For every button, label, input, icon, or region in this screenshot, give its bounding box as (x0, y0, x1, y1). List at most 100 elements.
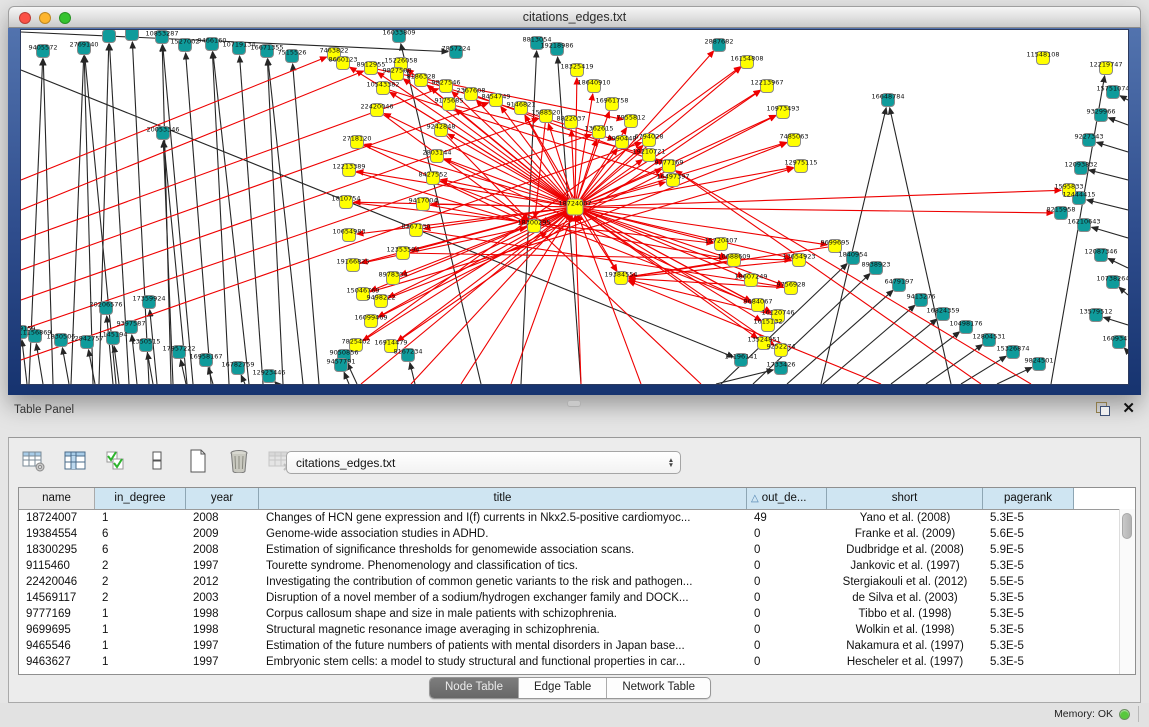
table-row[interactable]: 946362711997Embryonic stem cells: a mode… (19, 654, 1135, 670)
table-cell[interactable]: Jankovic et al. (1997) (827, 558, 983, 574)
table-cell[interactable]: Yano et al. (2008) (827, 510, 983, 526)
table-cell[interactable]: 0 (747, 654, 827, 670)
citation-edge[interactable] (628, 281, 881, 384)
table-cell[interactable]: 5.3E-5 (983, 654, 1074, 670)
table-cell[interactable]: 5.3E-5 (983, 638, 1074, 654)
table-row[interactable]: 1830029562008Estimation of significance … (19, 542, 1135, 558)
table-cell[interactable]: Structural magnetic resonance image aver… (259, 622, 747, 638)
citation-edge[interactable] (293, 64, 319, 384)
network-node[interactable] (126, 30, 139, 41)
citation-edge[interactable] (890, 108, 951, 384)
table-cell[interactable]: 0 (747, 526, 827, 542)
table-cell[interactable]: Nakamura et al. (1997) (827, 638, 983, 654)
table-row[interactable]: 1938455462009Genome-wide association stu… (19, 526, 1135, 542)
table-cell[interactable]: 1 (95, 638, 186, 654)
citation-edge[interactable] (437, 156, 771, 313)
table-cell[interactable]: 5.3E-5 (983, 590, 1074, 606)
table-cell[interactable]: 9777169 (19, 606, 95, 622)
table-cell[interactable]: Embryonic stem cells: a model to study s… (259, 654, 747, 670)
table-cell[interactable]: 5.3E-5 (983, 510, 1074, 526)
table-cell[interactable]: 1997 (186, 558, 259, 574)
citation-edge[interactable] (857, 319, 937, 384)
table-cell[interactable]: 5.3E-5 (983, 622, 1074, 638)
column-header-short[interactable]: short (827, 488, 983, 509)
citation-edge[interactable] (21, 71, 364, 210)
table-cell[interactable]: Corpus callosum shape and size in male p… (259, 606, 747, 622)
table-cell[interactable]: 2 (95, 574, 186, 590)
table-cell[interactable]: de Silva et al. (2003) (827, 590, 983, 606)
table-row[interactable]: 2242004622012Investigating the contribut… (19, 574, 1135, 590)
citation-edge[interactable] (344, 372, 349, 384)
citation-edge[interactable] (21, 57, 327, 180)
window-titlebar[interactable]: citations_edges.txt (8, 6, 1141, 28)
table-row[interactable]: 977716911998Corpus callosum shape and si… (19, 606, 1135, 622)
table-cell[interactable]: 0 (747, 622, 827, 638)
citation-edge[interactable] (575, 207, 758, 338)
node-table[interactable]: namein_degreeyeartitle△out_de...shortpag… (18, 487, 1136, 675)
table-cell[interactable]: Changes of HCN gene expression and I(f) … (259, 510, 747, 526)
citation-edge[interactable] (961, 356, 1006, 384)
citation-edge[interactable] (1104, 317, 1128, 325)
citation-edge[interactable] (511, 215, 572, 384)
table-cell[interactable]: 2008 (186, 510, 259, 526)
table-cell[interactable]: 1998 (186, 622, 259, 638)
citation-edge[interactable] (347, 363, 357, 384)
citation-edge[interactable] (1109, 118, 1128, 125)
citation-edge[interactable] (241, 375, 245, 384)
table-row[interactable]: 1456911722003Disruption of a novel membe… (19, 590, 1135, 606)
table-cell[interactable]: 5.5E-5 (983, 574, 1074, 590)
table-cell[interactable]: 1997 (186, 638, 259, 654)
table-cell[interactable]: 2008 (186, 542, 259, 558)
table-cell[interactable]: Stergiakouli et al. (2012) (827, 574, 983, 590)
citation-edge[interactable] (114, 346, 119, 384)
citation-edge[interactable] (1087, 200, 1128, 210)
table-settings-button[interactable] (21, 448, 47, 474)
column-header-out-de-[interactable]: △out_de... (747, 488, 827, 509)
table-cell[interactable]: 19384554 (19, 526, 95, 542)
table-cell[interactable]: 0 (747, 558, 827, 574)
citation-edge[interactable] (267, 59, 283, 384)
table-cell[interactable]: 5.3E-5 (983, 606, 1074, 622)
citation-edge[interactable] (575, 207, 726, 257)
citation-edge[interactable] (371, 116, 776, 321)
column-header-title[interactable]: title (259, 488, 747, 509)
table-cell[interactable]: Disruption of a novel member of a sodium… (259, 590, 747, 606)
tab-network-table[interactable]: Network Table (607, 678, 710, 698)
table-cell[interactable]: 2012 (186, 574, 259, 590)
table-cell[interactable]: 14569117 (19, 590, 95, 606)
table-cell[interactable]: 2003 (186, 590, 259, 606)
table-row[interactable]: 911546021997Tourette syndrome. Phenomeno… (19, 558, 1135, 574)
table-cell[interactable]: 9465546 (19, 638, 95, 654)
table-cell[interactable]: Tourette syndrome. Phenomenology and cla… (259, 558, 747, 574)
table-cell[interactable]: Dudbridge et al. (2008) (827, 542, 983, 558)
table-cell[interactable]: 1998 (186, 606, 259, 622)
panel-splitter-handle[interactable] (567, 400, 581, 407)
citation-edge[interactable] (240, 56, 263, 384)
network-node[interactable] (103, 30, 116, 43)
table-cell[interactable]: Tibbo et al. (1998) (827, 606, 983, 622)
table-cell[interactable]: 0 (747, 542, 827, 558)
table-cell[interactable]: 0 (747, 638, 827, 654)
table-body[interactable]: 1872400712008Changes of HCN gene express… (19, 510, 1135, 670)
citation-edge[interactable] (365, 144, 575, 207)
citation-edge[interactable] (22, 340, 27, 384)
table-cell[interactable]: 1 (95, 622, 186, 638)
table-cell[interactable]: 22420046 (19, 574, 95, 590)
table-cell[interactable]: Franke et al. (2009) (827, 526, 983, 542)
citation-edge[interactable] (575, 190, 1061, 207)
citation-edge[interactable] (1124, 348, 1128, 352)
table-cell[interactable]: Hescheler et al. (1997) (827, 654, 983, 670)
citation-edge[interactable] (186, 53, 211, 384)
citation-edge[interactable] (540, 231, 701, 384)
table-cell[interactable]: Estimation of the future numbers of pati… (259, 638, 747, 654)
select-all-button[interactable] (103, 448, 129, 474)
citation-edge[interactable] (575, 78, 577, 207)
tab-node-table[interactable]: Node Table (430, 678, 519, 698)
table-cell[interactable]: 18300295 (19, 542, 95, 558)
citation-edge[interactable] (578, 214, 641, 384)
column-header-year[interactable]: year (186, 488, 259, 509)
citation-edge[interactable] (1097, 142, 1128, 152)
citation-edge[interactable] (384, 114, 575, 207)
table-cell[interactable]: Genome-wide association studies in ADHD. (259, 526, 747, 542)
table-select-dropdown[interactable]: citations_edges.txt ▲▼ (286, 451, 681, 474)
